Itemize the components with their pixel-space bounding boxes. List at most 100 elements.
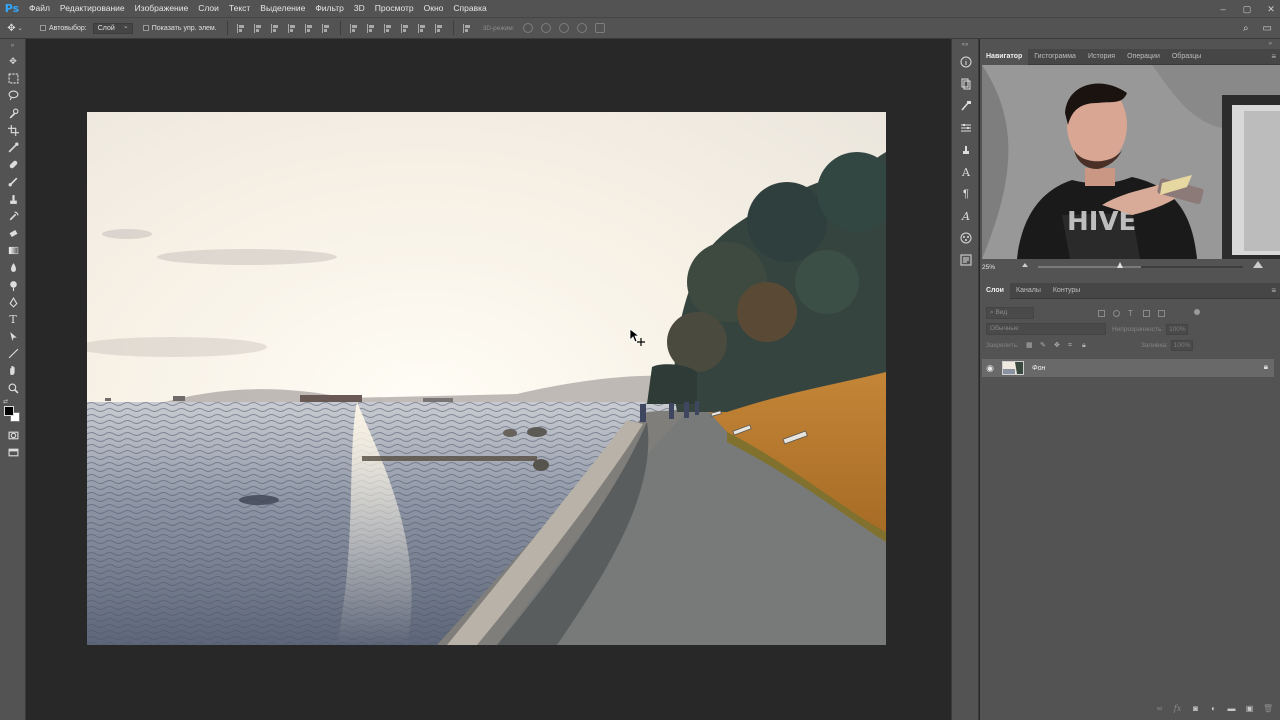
eraser-tool-icon[interactable] (0, 225, 26, 242)
panel-menu-icon[interactable]: ≡ (1271, 283, 1276, 299)
blend-mode-select[interactable]: Обычные (986, 323, 1106, 335)
layer-name[interactable]: Фон (1032, 365, 1045, 372)
screen-mode-icon[interactable] (0, 444, 26, 461)
layer-row[interactable]: ◉ Фон 🔒︎ (982, 359, 1274, 377)
menu-help[interactable]: Справка (448, 0, 491, 17)
type-tool-icon[interactable]: T (0, 311, 26, 328)
clone-stamp-tool-icon[interactable] (0, 191, 26, 208)
tab-swatches[interactable]: Образцы (1166, 49, 1207, 65)
menu-edit[interactable]: Редактирование (55, 0, 130, 17)
panel-menu-icon[interactable]: ≡ (1271, 49, 1276, 65)
3d-pan-icon[interactable] (558, 23, 569, 33)
clone-source-panel-icon[interactable] (952, 139, 980, 161)
autoselect-target-select[interactable]: Слой (92, 22, 133, 34)
filter-shape-icon[interactable] (1143, 309, 1150, 317)
color-panel-icon[interactable] (952, 227, 980, 249)
distribute-left-icon[interactable] (400, 23, 409, 33)
filter-smart-object-icon[interactable] (1158, 309, 1165, 317)
3d-slide-icon[interactable] (576, 23, 587, 33)
layer-filter-select[interactable]: ⌕ Вид (986, 307, 1034, 319)
quick-mask-icon[interactable] (0, 427, 26, 444)
history-panel-icon[interactable] (952, 73, 980, 95)
menu-type[interactable]: Текст (224, 0, 255, 17)
zoom-slider-thumb[interactable] (1117, 262, 1123, 268)
lock-image-icon[interactable]: ✎ (1040, 342, 1047, 349)
distribute-right-icon[interactable] (434, 23, 443, 33)
paragraph-panel-icon[interactable]: ¶ (952, 183, 980, 205)
tab-navigator[interactable]: Навигатор (980, 48, 1029, 65)
lock-artboard-icon[interactable]: ⌗ (1068, 342, 1075, 349)
menu-select[interactable]: Выделение (255, 0, 310, 17)
toolbar-collapse-icon[interactable]: » (0, 39, 25, 53)
align-hcenter-icon[interactable] (304, 23, 313, 33)
brush-panel-icon[interactable] (952, 95, 980, 117)
properties-panel-icon[interactable] (952, 249, 980, 271)
healing-brush-tool-icon[interactable] (0, 156, 26, 173)
menu-layers[interactable]: Слои (193, 0, 224, 17)
document-image[interactable] (87, 112, 886, 645)
delete-layer-icon[interactable]: 🗑︎ (1263, 704, 1273, 713)
autoselect-checkbox[interactable]: Автовыбор: (40, 25, 87, 32)
zoom-value[interactable]: 25% (982, 264, 1012, 271)
tab-layers[interactable]: Слои (980, 282, 1010, 299)
tab-histogram[interactable]: Гистограмма (1028, 49, 1082, 65)
path-select-tool-icon[interactable] (0, 328, 26, 345)
maximize-icon[interactable]: ▢ (1242, 4, 1252, 14)
link-layers-icon[interactable]: ∞ (1155, 704, 1164, 713)
minimize-icon[interactable]: – (1218, 4, 1228, 14)
character-panel-icon[interactable]: A (952, 161, 980, 183)
menu-view[interactable]: Просмотр (370, 0, 419, 17)
align-bottom-icon[interactable] (270, 23, 279, 33)
zoom-out-icon[interactable] (1022, 263, 1028, 267)
visibility-eye-icon[interactable]: ◉ (982, 363, 998, 374)
blur-tool-icon[interactable] (0, 259, 26, 276)
distribute-bottom-icon[interactable] (383, 23, 392, 33)
menu-file[interactable]: Файл (24, 0, 55, 17)
gradient-tool-icon[interactable] (0, 242, 26, 259)
foreground-color[interactable] (4, 405, 14, 416)
move-tool-preset-icon[interactable]: ✥ ⌄ (0, 18, 30, 38)
3d-roll-icon[interactable] (540, 23, 551, 33)
hand-tool-icon[interactable] (0, 362, 26, 379)
menu-filter[interactable]: Фильтр (310, 0, 349, 17)
add-mask-icon[interactable]: ◙ (1191, 704, 1200, 713)
dodge-tool-icon[interactable] (0, 276, 26, 293)
marquee-tool-icon[interactable] (0, 70, 26, 87)
tab-paths[interactable]: Контуры (1047, 283, 1086, 299)
distribute-top-icon[interactable] (349, 23, 358, 33)
document-canvas[interactable] (27, 39, 951, 720)
info-panel-icon[interactable] (952, 51, 980, 73)
search-icon[interactable]: ⌕ (1243, 23, 1249, 34)
fill-input[interactable]: 100% (1170, 339, 1193, 351)
tab-history[interactable]: История (1082, 49, 1121, 65)
menu-image[interactable]: Изображение (130, 0, 194, 17)
lock-position-icon[interactable]: ✥ (1054, 342, 1061, 349)
new-adjustment-layer-icon[interactable]: ◐ (1209, 704, 1218, 713)
menu-window[interactable]: Окно (419, 0, 449, 17)
quick-select-tool-icon[interactable] (0, 105, 26, 122)
workspace-icon[interactable]: ▭ (1263, 23, 1272, 34)
tab-channels[interactable]: Каналы (1010, 283, 1047, 299)
new-group-icon[interactable]: ▬ (1227, 704, 1236, 713)
filter-type-icon[interactable]: T (1128, 309, 1135, 317)
close-icon[interactable]: ✕ (1266, 4, 1276, 14)
zoom-in-icon[interactable] (1253, 261, 1263, 268)
filter-adjustment-icon[interactable] (1113, 309, 1120, 317)
line-tool-icon[interactable] (0, 345, 26, 362)
show-transform-checkbox[interactable]: Показать упр. элем. (142, 25, 217, 32)
lasso-tool-icon[interactable] (0, 87, 26, 104)
menu-3d[interactable]: 3D (349, 0, 370, 17)
align-right-icon[interactable] (321, 23, 330, 33)
layer-style-icon[interactable]: fx (1173, 704, 1182, 713)
3d-scale-icon[interactable] (594, 23, 605, 33)
navigator-preview[interactable]: HIVE (982, 65, 1280, 259)
filter-toggle-icon[interactable] (1194, 309, 1200, 315)
opacity-input[interactable]: 100% (1166, 323, 1189, 335)
swap-colors-icon[interactable]: ⇄ (3, 398, 8, 405)
3d-rotate-icon[interactable] (522, 23, 533, 33)
crop-tool-icon[interactable] (0, 122, 26, 139)
zoom-slider[interactable] (1038, 266, 1243, 268)
distribute-hcenter-icon[interactable] (417, 23, 426, 33)
history-brush-tool-icon[interactable] (0, 208, 26, 225)
glyphs-panel-icon[interactable]: A (952, 205, 980, 227)
